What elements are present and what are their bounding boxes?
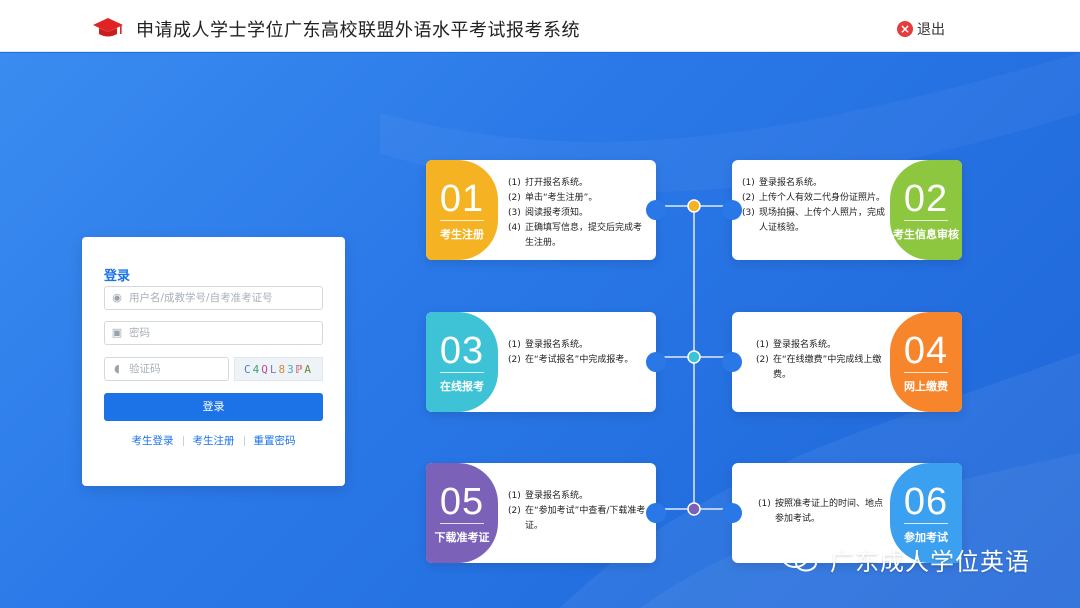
- student-login-link[interactable]: 考生登录: [132, 433, 174, 448]
- badge-divider: [440, 219, 484, 221]
- line-index: (2): [756, 355, 769, 365]
- badge-divider: [904, 219, 948, 221]
- captcha-text: C4QL83ℙA: [244, 362, 313, 376]
- line-index: (1): [756, 340, 769, 350]
- step-card-01: 01 考生注册 (1) 打开报名系统。 (2) 单击“考生注册”。 (3) 阅读报考须…: [426, 160, 666, 260]
- line-text: 在“参加考试”中查看/下载准考证。: [525, 506, 646, 531]
- line-text: 在“考试报名”中完成报考。: [525, 355, 634, 365]
- line-index: (2): [742, 193, 755, 203]
- step-card-03: 03 在线报考 (1) 登录报名系统。 (2) 在“考试报名”中完成报考。: [426, 312, 666, 412]
- login-card: 登录 ◉ ▣ ◖ C4QL83ℙA 登录 考生登录 考生注册 重置密码: [82, 237, 345, 486]
- top-header: 申请成人学士学位广东高校联盟外语水平考试报考系统 × 退出: [0, 0, 1080, 52]
- line-index: (4): [508, 223, 521, 233]
- step-label: 在线报考: [440, 379, 484, 393]
- captcha-image[interactable]: C4QL83ℙA: [234, 357, 323, 381]
- password-field[interactable]: ▣: [104, 321, 323, 345]
- badge-divider: [904, 522, 948, 524]
- step-description: (1) 按照准考证上的时间、地点参加考试。: [758, 497, 886, 527]
- username-input[interactable]: [129, 292, 299, 304]
- step-description: (1) 登录报名系统。 (2) 在“在线缴费”中完成线上缴费。: [756, 338, 886, 383]
- close-circle-icon: ×: [897, 21, 913, 37]
- username-field[interactable]: ◉: [104, 286, 323, 310]
- step-card-02: 02 考生信息审核 (1) 登录报名系统。 (2) 上传个人有效二代身份证照片。 (…: [722, 160, 962, 260]
- lock-icon: ▣: [111, 326, 123, 339]
- card-notch: [646, 352, 666, 372]
- line-index: (3): [508, 208, 521, 218]
- card-notch: [722, 200, 742, 220]
- card-notch: [646, 200, 666, 220]
- link-divider: [182, 435, 184, 446]
- step-badge: 04 网上缴费: [890, 312, 962, 412]
- login-button[interactable]: 登录: [104, 393, 323, 421]
- line-text: 登录报名系统。: [773, 340, 837, 350]
- step-description: (1) 登录报名系统。 (2) 在“参加考试”中查看/下载准考证。: [508, 489, 648, 534]
- watermark: 广东成人学位英语: [780, 542, 1030, 577]
- card-notch: [722, 352, 742, 372]
- line-index: (1): [508, 340, 521, 350]
- step-number: 06: [903, 480, 949, 523]
- line-text: 现场拍摄、上传个人照片，完成人证核验。: [759, 208, 886, 233]
- step-card-05: 05 下载准考证 (1) 登录报名系统。 (2) 在“参加考试”中查看/下载准考证。: [426, 463, 666, 563]
- badge-divider: [440, 371, 484, 373]
- line-text: 单击“考生注册”。: [525, 193, 598, 203]
- step-badge: 01 考生注册: [426, 160, 498, 260]
- captcha-input[interactable]: [129, 363, 219, 375]
- line-index: (1): [742, 178, 755, 188]
- line-text: 登录报名系统。: [525, 340, 589, 350]
- password-input[interactable]: [129, 327, 299, 339]
- line-text: 阅读报考须知。: [525, 208, 589, 218]
- step-number: 02: [903, 177, 949, 220]
- logout-label: 退出: [917, 22, 945, 38]
- app-title: 申请成人学士学位广东高校联盟外语水平考试报考系统: [136, 20, 580, 41]
- line-text: 登录报名系统。: [759, 178, 823, 188]
- watermark-text: 广东成人学位英语: [830, 548, 1030, 576]
- step-number: 04: [903, 329, 949, 372]
- card-notch: [646, 503, 666, 523]
- logout-button[interactable]: × 退出: [897, 19, 945, 39]
- link-divider: [243, 435, 245, 446]
- line-text: 登录报名系统。: [525, 491, 589, 501]
- line-index: (2): [508, 355, 521, 365]
- student-register-link[interactable]: 考生注册: [193, 433, 235, 448]
- step-card-04: 04 网上缴费 (1) 登录报名系统。 (2) 在“在线缴费”中完成线上缴费。: [722, 312, 962, 412]
- step-badge: 05 下载准考证: [426, 463, 498, 563]
- line-text: 在“在线缴费”中完成线上缴费。: [773, 355, 882, 380]
- step-description: (1) 登录报名系统。 (2) 上传个人有效二代身份证照片。 (3) 现场拍摄、上传个…: [742, 176, 892, 236]
- step-label: 网上缴费: [904, 379, 948, 393]
- line-text: 打开报名系统。: [525, 178, 589, 188]
- user-icon: ◉: [112, 291, 122, 304]
- step-number: 03: [439, 329, 485, 372]
- line-index: (1): [508, 178, 521, 188]
- step-description: (1) 打开报名系统。 (2) 单击“考生注册”。 (3) 阅读报考须知。 (4) 正确…: [508, 176, 648, 251]
- step-label: 考生信息审核: [893, 227, 959, 241]
- line-index: (2): [508, 506, 521, 516]
- step-number: 01: [439, 177, 485, 220]
- step-label: 考生注册: [440, 227, 484, 241]
- line-index: (1): [508, 491, 521, 501]
- login-title: 登录: [104, 269, 131, 284]
- line-index: (1): [758, 499, 771, 509]
- graduation-cap-icon: [93, 18, 123, 37]
- login-links: 考生登录 考生注册 重置密码: [82, 433, 345, 448]
- main-area: 登录 ◉ ▣ ◖ C4QL83ℙA 登录 考生登录 考生注册 重置密码: [0, 53, 1080, 608]
- step-badge: 03 在线报考: [426, 312, 498, 412]
- card-notch: [722, 503, 742, 523]
- line-text: 正确填写信息，提交后完成考生注册。: [525, 223, 643, 248]
- captcha-field[interactable]: ◖: [104, 357, 229, 381]
- step-description: (1) 登录报名系统。 (2) 在“考试报名”中完成报考。: [508, 338, 648, 368]
- wechat-icon: [782, 547, 817, 571]
- step-label: 下载准考证: [434, 530, 490, 544]
- line-text: 上传个人有效二代身份证照片。: [759, 193, 886, 203]
- step-badge: 02 考生信息审核: [890, 160, 962, 260]
- badge-divider: [440, 522, 484, 524]
- line-index: (3): [742, 208, 755, 218]
- shield-icon: ◖: [114, 362, 120, 375]
- step-number: 05: [439, 480, 485, 523]
- badge-divider: [904, 371, 948, 373]
- line-text: 按照准考证上的时间、地点参加考试。: [775, 499, 884, 524]
- reset-password-link[interactable]: 重置密码: [254, 433, 296, 448]
- line-index: (2): [508, 193, 521, 203]
